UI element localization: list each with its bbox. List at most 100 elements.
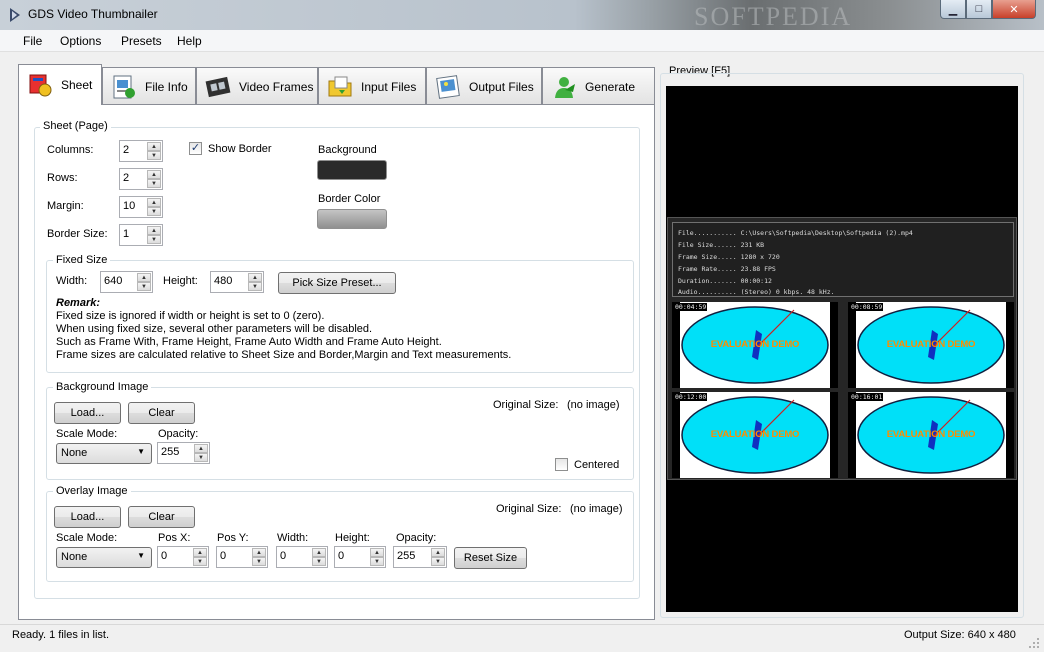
spin-up-icon[interactable]: ▲ xyxy=(194,444,208,453)
spin-down-icon[interactable]: ▼ xyxy=(370,557,384,566)
background-scale-mode-value: None xyxy=(61,447,88,459)
spin-up-icon[interactable]: ▲ xyxy=(312,548,326,557)
chevron-down-icon: ▼ xyxy=(137,551,145,560)
info-file-size-line: File Size...... 231 KB xyxy=(678,241,765,249)
fixed-height-spinner[interactable]: 480 ▲ ▼ xyxy=(210,271,264,293)
menu-presets[interactable]: Presets xyxy=(121,34,162,48)
evaluation-demo-text: EVALUATION DEMO xyxy=(710,429,800,440)
spin-up-icon[interactable]: ▲ xyxy=(248,273,262,282)
pos-y-value: 0 xyxy=(220,550,227,562)
chevron-down-icon: ▼ xyxy=(137,447,145,456)
rows-label: Rows: xyxy=(47,172,78,184)
spin-down-icon[interactable]: ▼ xyxy=(147,207,161,216)
background-label: Background xyxy=(318,144,377,156)
close-button[interactable]: ✕ xyxy=(992,0,1036,19)
spin-down-icon[interactable]: ▼ xyxy=(147,179,161,188)
tab-sheet[interactable]: Sheet xyxy=(18,64,102,105)
pos-x-spinner[interactable]: 0 ▲ ▼ xyxy=(157,546,209,568)
status-bar: Ready. 1 files in list. Output Size: 640… xyxy=(0,624,1044,652)
resize-grip-icon[interactable] xyxy=(1028,637,1040,649)
tab-generate[interactable]: Generate xyxy=(542,67,655,105)
spin-up-icon[interactable]: ▲ xyxy=(137,273,151,282)
spin-up-icon[interactable]: ▲ xyxy=(147,226,161,235)
evaluation-demo-text: EVALUATION DEMO xyxy=(710,339,800,350)
tab-file-info[interactable]: File Info xyxy=(102,67,196,105)
margin-spinner[interactable]: 10 ▲ ▼ xyxy=(119,196,163,218)
reset-size-button[interactable]: Reset Size xyxy=(454,547,527,569)
columns-value: 2 xyxy=(123,144,130,156)
overlay-height-value: 0 xyxy=(338,550,345,562)
menu-file[interactable]: File xyxy=(23,34,42,48)
spin-down-icon[interactable]: ▼ xyxy=(252,557,266,566)
pos-x-value: 0 xyxy=(161,550,168,562)
spin-up-icon[interactable]: ▲ xyxy=(370,548,384,557)
overlay-width-value: 0 xyxy=(280,550,287,562)
tab-video-frames[interactable]: Video Frames xyxy=(196,67,318,105)
evaluation-demo-text: EVALUATION DEMO xyxy=(886,429,976,440)
maximize-button[interactable]: □ xyxy=(966,0,992,19)
thumbnail-timestamp: 00:16:01 xyxy=(850,393,884,401)
overlay-original-size-label: Original Size: xyxy=(496,503,562,515)
thumbnail-frame: 00:16:01 EVALUATION DEMO xyxy=(848,392,1014,478)
margin-label: Margin: xyxy=(47,200,84,212)
spin-down-icon[interactable]: ▼ xyxy=(312,557,326,566)
menu-help[interactable]: Help xyxy=(177,34,202,48)
border-size-spinner[interactable]: 1 ▲ ▼ xyxy=(119,224,163,246)
spin-up-icon[interactable]: ▲ xyxy=(431,548,445,557)
show-border-checkbox[interactable]: ✓ xyxy=(189,142,202,155)
show-border-label: Show Border xyxy=(208,143,272,155)
overlay-clear-button[interactable]: Clear xyxy=(128,506,195,528)
tab-label: Sheet xyxy=(61,78,93,92)
border-color-label: Border Color xyxy=(318,193,381,205)
remark-line: Such as Frame With, Frame Height, Frame … xyxy=(56,336,442,348)
spin-down-icon[interactable]: ▼ xyxy=(193,557,207,566)
background-color-swatch[interactable] xyxy=(317,160,387,180)
fixed-height-value: 480 xyxy=(214,275,233,287)
background-clear-button[interactable]: Clear xyxy=(128,402,195,424)
spin-up-icon[interactable]: ▲ xyxy=(147,170,161,179)
tab-input-files[interactable]: Input Files xyxy=(318,67,426,105)
tab-label: Generate xyxy=(585,79,636,94)
spin-down-icon[interactable]: ▼ xyxy=(147,151,161,160)
minimize-button[interactable]: ▁ xyxy=(940,0,966,19)
spin-down-icon[interactable]: ▼ xyxy=(248,282,262,291)
overlay-scale-mode-select[interactable]: None ▼ xyxy=(56,547,152,568)
spin-down-icon[interactable]: ▼ xyxy=(147,235,161,244)
tab-label: Output Files xyxy=(469,79,534,94)
overlay-width-spinner[interactable]: 0 ▲ ▼ xyxy=(276,546,328,568)
output-files-icon xyxy=(436,74,460,99)
background-scale-mode-select[interactable]: None ▼ xyxy=(56,443,152,464)
sheet-icon xyxy=(29,74,52,97)
pick-size-preset-button[interactable]: Pick Size Preset... xyxy=(278,272,396,294)
spin-down-icon[interactable]: ▼ xyxy=(431,557,445,566)
fixed-height-label: Height: xyxy=(163,275,198,287)
remark-line: Fixed size is ignored if width or height… xyxy=(56,310,325,322)
spin-up-icon[interactable]: ▲ xyxy=(252,548,266,557)
columns-spinner[interactable]: 2 ▲ ▼ xyxy=(119,140,163,162)
rows-value: 2 xyxy=(123,172,130,184)
spin-up-icon[interactable]: ▲ xyxy=(147,198,161,207)
spin-down-icon[interactable]: ▼ xyxy=(137,282,151,291)
info-audio-line: Audio.......... (Stereo) 0 kbps. 48 kHz. xyxy=(678,288,835,296)
fixed-width-spinner[interactable]: 640 ▲ ▼ xyxy=(100,271,153,293)
background-opacity-spinner[interactable]: 255 ▲ ▼ xyxy=(157,442,210,464)
title-bar: GDS Video Thumbnailer SOFTPEDIA ▁ □ ✕ xyxy=(0,0,1044,30)
background-load-button[interactable]: Load... xyxy=(54,402,121,424)
border-color-swatch[interactable] xyxy=(317,209,387,229)
tab-output-files[interactable]: Output Files xyxy=(426,67,542,105)
spin-down-icon[interactable]: ▼ xyxy=(194,453,208,462)
overlay-load-button[interactable]: Load... xyxy=(54,506,121,528)
rows-spinner[interactable]: 2 ▲ ▼ xyxy=(119,168,163,190)
spin-up-icon[interactable]: ▲ xyxy=(193,548,207,557)
overlay-height-spinner[interactable]: 0 ▲ ▼ xyxy=(334,546,386,568)
remark-title: Remark: xyxy=(56,297,101,309)
background-opacity-label: Opacity: xyxy=(158,428,199,440)
pos-y-spinner[interactable]: 0 ▲ ▼ xyxy=(216,546,268,568)
file-info-icon xyxy=(113,75,135,98)
overlay-opacity-spinner[interactable]: 255 ▲ ▼ xyxy=(393,546,447,568)
spin-up-icon[interactable]: ▲ xyxy=(147,142,161,151)
menu-options[interactable]: Options xyxy=(60,34,101,48)
background-opacity-value: 255 xyxy=(161,446,180,458)
group-label-sheet-page: Sheet (Page) xyxy=(40,120,111,132)
centered-checkbox[interactable] xyxy=(555,458,568,471)
